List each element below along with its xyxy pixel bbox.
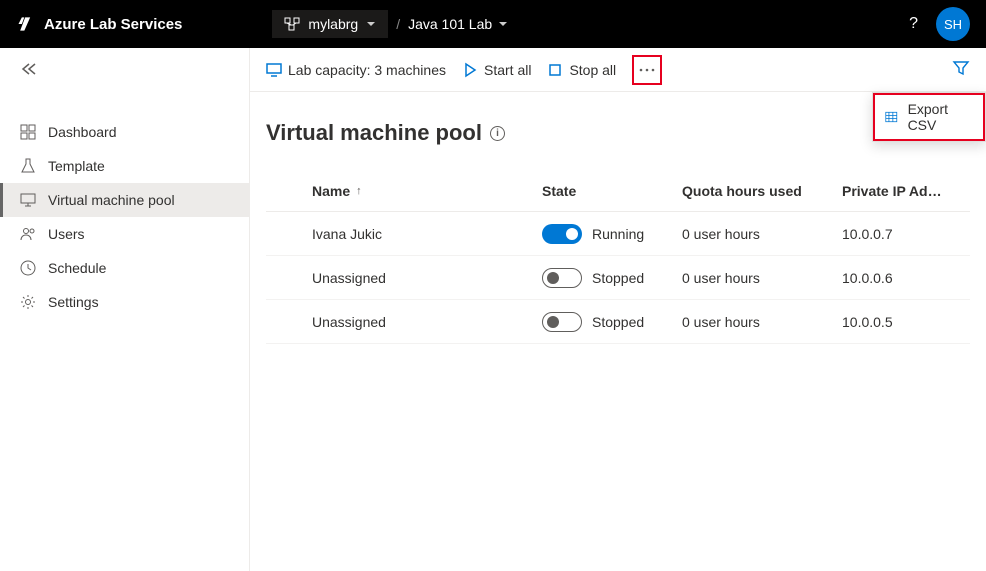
main: Lab capacity: 3 machines Start all Stop … — [250, 48, 986, 571]
collapse-sidebar-button[interactable] — [0, 54, 249, 91]
start-all-button[interactable]: Start all — [462, 62, 531, 78]
play-icon — [462, 62, 478, 78]
sidebar-item-label: Users — [48, 226, 85, 242]
users-icon — [20, 226, 36, 242]
lab-selector[interactable]: Java 101 Lab — [408, 16, 508, 32]
state-toggle[interactable] — [542, 224, 582, 244]
lab-capacity-button[interactable]: Lab capacity: 3 machines — [266, 62, 446, 78]
col-header-state[interactable]: State — [542, 183, 682, 199]
template-icon — [20, 158, 36, 174]
info-icon[interactable]: i — [490, 126, 505, 141]
table-row[interactable]: Unassigned Stopped 0 user hours10.0.0.5 — [266, 300, 970, 344]
avatar[interactable]: SH — [936, 7, 970, 41]
cell-ip: 10.0.0.5 — [842, 314, 954, 330]
sidebar-item-label: Dashboard — [48, 124, 117, 140]
brand-text: Azure Lab Services — [44, 16, 182, 33]
state-toggle[interactable] — [542, 312, 582, 332]
cell-ip: 10.0.0.6 — [842, 270, 954, 286]
chevron-down-icon — [498, 19, 508, 29]
ellipsis-icon — [639, 68, 655, 72]
schedule-icon — [20, 260, 36, 276]
table-icon — [885, 109, 898, 125]
top-bar: Azure Lab Services mylabrg / Java 101 La… — [0, 0, 986, 48]
table-header: Name ↑ State Quota hours used Private IP… — [266, 170, 970, 212]
logo-icon — [16, 14, 36, 34]
cell-quota: 0 user hours — [682, 270, 842, 286]
breadcrumb: mylabrg / Java 101 Lab — [272, 10, 508, 38]
export-csv-button[interactable]: Export CSV — [873, 93, 985, 141]
resource-group-icon — [284, 16, 300, 32]
sidebar-item-label: Schedule — [48, 260, 106, 276]
state-label: Stopped — [592, 270, 644, 286]
table-row[interactable]: Ivana Jukic Running 0 user hours10.0.0.7 — [266, 212, 970, 256]
vm-table: Name ↑ State Quota hours used Private IP… — [266, 170, 970, 344]
topbar-actions: ? SH — [909, 7, 970, 41]
state-toggle[interactable] — [542, 268, 582, 288]
help-icon[interactable]: ? — [909, 15, 918, 33]
stop-all-label: Stop all — [569, 62, 616, 78]
cell-state: Running — [542, 224, 682, 244]
sidebar-item-users[interactable]: Users — [0, 217, 249, 251]
sidebar-item-label: Settings — [48, 294, 99, 310]
chevron-down-icon — [366, 19, 376, 29]
stop-all-button[interactable]: Stop all — [547, 62, 616, 78]
resource-group-selector[interactable]: mylabrg — [272, 10, 388, 38]
col-header-name[interactable]: Name ↑ — [282, 183, 542, 199]
sidebar-item-label: Template — [48, 158, 105, 174]
cell-quota: 0 user hours — [682, 314, 842, 330]
more-dropdown: Export CSV — [872, 92, 986, 142]
cell-name: Ivana Jukic — [282, 226, 542, 242]
state-label: Running — [592, 226, 644, 242]
sort-asc-icon: ↑ — [356, 185, 362, 197]
more-button[interactable] — [632, 55, 662, 85]
page-title: Virtual machine pool i — [266, 120, 970, 146]
filter-button[interactable] — [952, 59, 970, 80]
sidebar-item-vm-pool[interactable]: Virtual machine pool — [0, 183, 249, 217]
sidebar-item-dashboard[interactable]: Dashboard — [0, 115, 249, 149]
cell-ip: 10.0.0.7 — [842, 226, 954, 242]
brand: Azure Lab Services — [16, 14, 182, 34]
sidebar-item-schedule[interactable]: Schedule — [0, 251, 249, 285]
capacity-label: Lab capacity: 3 machines — [288, 62, 446, 78]
filter-icon — [952, 59, 970, 77]
sidebar-item-label: Virtual machine pool — [48, 192, 175, 208]
sidebar: Dashboard Template Virtual machine pool … — [0, 48, 250, 571]
vm-pool-icon — [20, 192, 36, 208]
col-header-quota[interactable]: Quota hours used — [682, 183, 842, 199]
cell-name: Unassigned — [282, 314, 542, 330]
lab-name: Java 101 Lab — [408, 16, 492, 32]
cell-name: Unassigned — [282, 270, 542, 286]
col-header-ip[interactable]: Private IP Ad… — [842, 183, 954, 199]
start-all-label: Start all — [484, 62, 531, 78]
toolbar: Lab capacity: 3 machines Start all Stop … — [250, 48, 986, 92]
stop-icon — [547, 62, 563, 78]
state-label: Stopped — [592, 314, 644, 330]
rg-name: mylabrg — [308, 16, 358, 32]
collapse-icon — [20, 62, 38, 76]
cell-quota: 0 user hours — [682, 226, 842, 242]
table-row[interactable]: Unassigned Stopped 0 user hours10.0.0.6 — [266, 256, 970, 300]
cell-state: Stopped — [542, 312, 682, 332]
cell-state: Stopped — [542, 268, 682, 288]
sidebar-item-settings[interactable]: Settings — [0, 285, 249, 319]
settings-icon — [20, 294, 36, 310]
monitor-icon — [266, 62, 282, 78]
breadcrumb-sep: / — [396, 16, 400, 32]
dashboard-icon — [20, 124, 36, 140]
export-csv-label: Export CSV — [908, 101, 965, 133]
sidebar-item-template[interactable]: Template — [0, 149, 249, 183]
